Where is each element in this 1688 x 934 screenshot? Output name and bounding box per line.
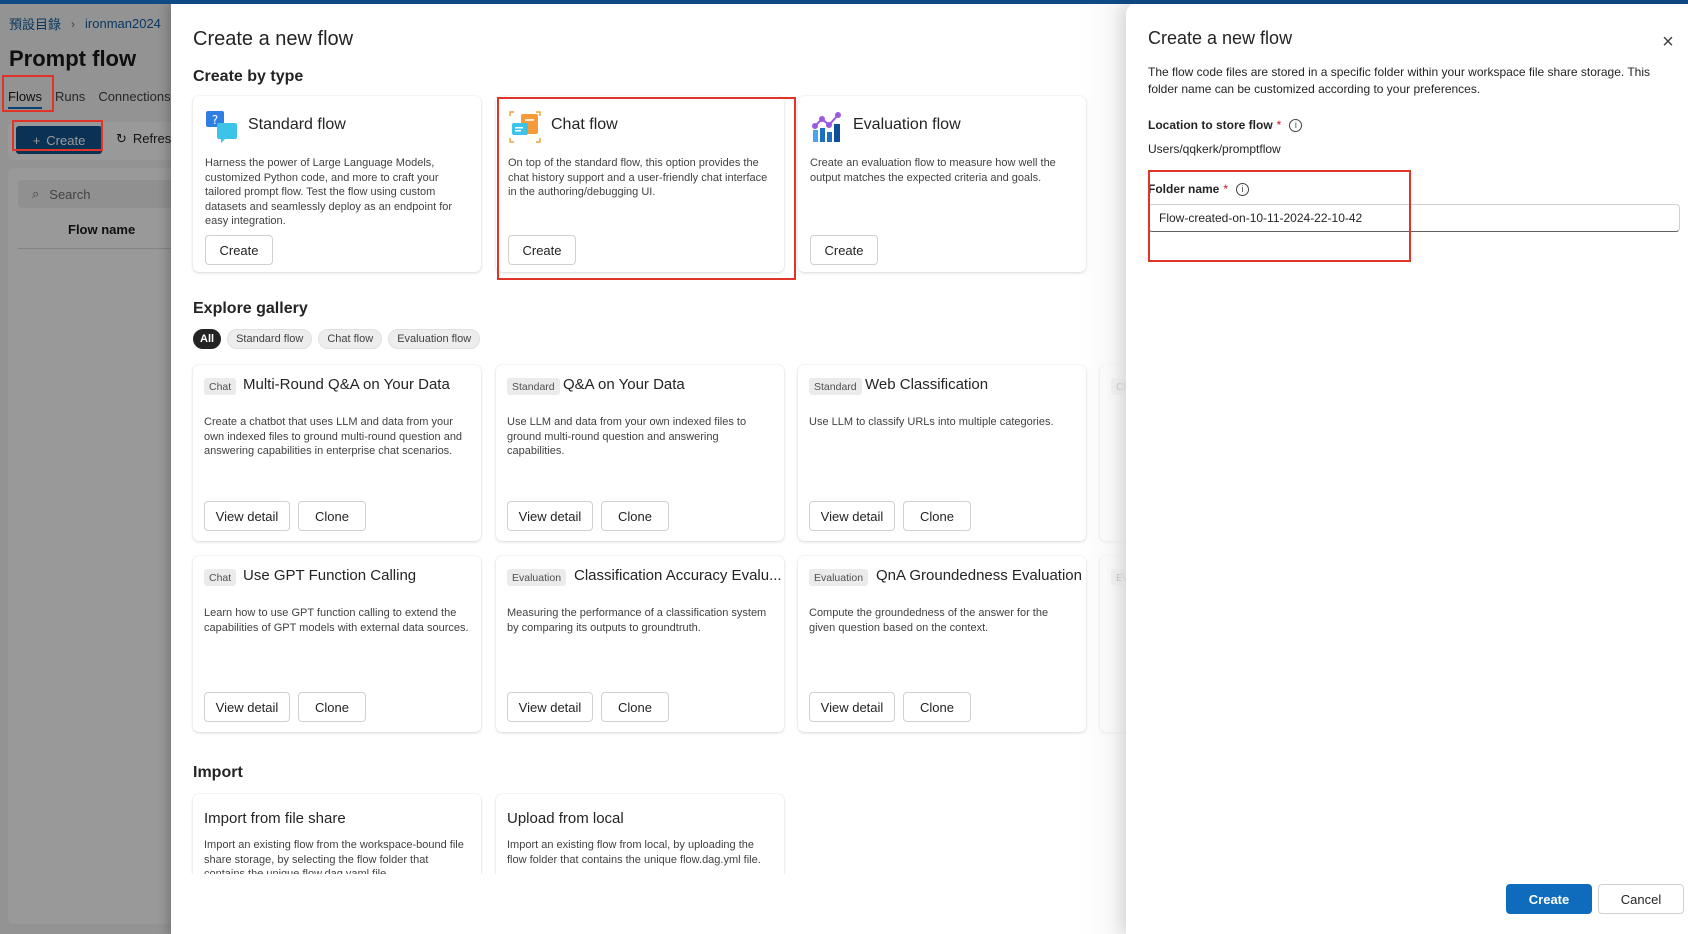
gallery-card: Standard Web Classification Use LLM to c… [798, 365, 1086, 541]
flow-type-tag: Standard [507, 378, 560, 395]
import-card-title: Upload from local [507, 810, 624, 827]
gallery-card: Chat Use GPT Function Calling Learn how … [193, 556, 481, 732]
import-heading: Import [193, 764, 243, 781]
modal-overlay[interactable] [0, 4, 175, 934]
flow-type-tag: Chat [204, 378, 237, 395]
cancel-button[interactable]: Cancel [1598, 884, 1684, 914]
evaluation-flow-icon [812, 112, 841, 142]
info-icon[interactable]: i [1289, 118, 1303, 132]
view-detail-button[interactable]: View detail [809, 501, 895, 531]
required-mark: * [1223, 182, 1229, 196]
gallery-card-description: Measuring the performance of a classific… [507, 607, 767, 634]
gallery-card-title: Web Classification [865, 376, 989, 393]
card-title: Evaluation flow [853, 116, 961, 133]
standard-flow-icon: ? [206, 111, 237, 143]
flow-type-tag: Evaluation [809, 569, 869, 586]
clone-button[interactable]: Clone [298, 501, 366, 531]
view-detail-button[interactable]: View detail [809, 692, 895, 722]
filter-all[interactable]: All [193, 329, 222, 349]
gallery-filters: All Standard flow Chat flow Evaluation f… [193, 329, 481, 349]
import-clip [171, 874, 1171, 934]
info-icon[interactable]: i [1236, 182, 1250, 196]
card-title: Chat flow [551, 116, 618, 133]
clone-button[interactable]: Clone [903, 692, 971, 722]
gallery-card-description: Create a chatbot that uses LLM and data … [204, 416, 463, 457]
view-detail-button[interactable]: View detail [204, 501, 290, 531]
create-chat-flow-button[interactable]: Create [508, 235, 576, 265]
panel-title: Create a new flow [193, 28, 354, 50]
folder-name-input[interactable] [1148, 204, 1680, 232]
create-flow-panel: Create a new flow Create by type ? Stand… [171, 4, 1171, 934]
gallery-card: Evaluation Classification Accuracy Evalu… [496, 556, 784, 732]
chat-flow-card: Chat flow On top of the standard flow, t… [496, 96, 784, 272]
gallery-card-description: Learn how to use GPT function calling to… [204, 607, 469, 634]
required-mark: * [1276, 118, 1282, 132]
create-button[interactable]: Create [1506, 884, 1592, 914]
flow-type-tag: Evaluation [507, 569, 567, 586]
card-description: Harness the power of Large Language Mode… [205, 157, 453, 227]
filter-chat-flow[interactable]: Chat flow [318, 329, 383, 349]
gallery-card: Evaluation QnA Groundedness Evaluation C… [798, 556, 1086, 732]
panel-shadow [1080, 4, 1130, 934]
location-label-text: Location to store flow [1148, 118, 1273, 132]
gallery-card-description: Compute the groundedness of the answer f… [809, 607, 1049, 634]
gallery-card-description: Use LLM to classify URLs into multiple c… [809, 416, 1054, 428]
import-card-title: Import from file share [204, 810, 346, 827]
gallery-card: Standard Q&A on Your Data Use LLM and da… [496, 365, 784, 541]
clone-button[interactable]: Clone [601, 501, 669, 531]
clone-button[interactable]: Clone [903, 501, 971, 531]
clone-button[interactable]: Clone [298, 692, 366, 722]
gallery-card-description: Use LLM and data from your own indexed f… [507, 416, 747, 457]
clone-button[interactable]: Clone [601, 692, 669, 722]
side-panel-title: Create a new flow [1148, 28, 1293, 48]
card-description: On top of the standard flow, this option… [508, 157, 768, 198]
filter-evaluation-flow[interactable]: Evaluation flow [388, 329, 481, 349]
new-flow-side-panel: Create a new flow × The flow code files … [1126, 4, 1688, 934]
gallery-card-title: Multi-Round Q&A on Your Data [243, 376, 450, 393]
create-by-type-heading: Create by type [193, 68, 304, 85]
explore-gallery-heading: Explore gallery [193, 300, 308, 317]
folder-name-label: Folder name * i [1148, 182, 1250, 196]
location-label: Location to store flow * i [1148, 118, 1303, 132]
folder-name-label-text: Folder name [1148, 182, 1220, 196]
evaluation-flow-card: Evaluation flow Create an evaluation flo… [798, 96, 1086, 272]
create-evaluation-flow-button[interactable]: Create [810, 235, 878, 265]
gallery-card-title: Classification Accuracy Evalu... [574, 567, 782, 584]
view-detail-button[interactable]: View detail [507, 692, 593, 722]
location-value: Users/qqkerk/promptflow [1148, 142, 1281, 156]
view-detail-button[interactable]: View detail [204, 692, 290, 722]
close-icon[interactable]: × [1658, 31, 1678, 53]
filter-standard-flow[interactable]: Standard flow [227, 329, 313, 349]
gallery-card: Chat Multi-Round Q&A on Your Data Create… [193, 365, 481, 541]
card-description: Create an evaluation flow to measure how… [810, 157, 1056, 184]
card-title: Standard flow [248, 116, 346, 133]
gallery-card-title: Q&A on Your Data [563, 376, 685, 393]
flow-type-tag: Chat [204, 569, 237, 586]
side-panel-description: The flow code files are stored in a spec… [1148, 65, 1651, 96]
import-card-description: Import an existing flow from local, by u… [507, 839, 761, 866]
gallery-card-title: QnA Groundedness Evaluation [876, 567, 1082, 584]
chat-flow-icon [509, 111, 541, 143]
standard-flow-card: ? Standard flow Harness the power of Lar… [193, 96, 481, 272]
flow-type-tag: Standard [809, 378, 862, 395]
create-standard-flow-button[interactable]: Create [205, 235, 273, 265]
gallery-card-title: Use GPT Function Calling [243, 567, 417, 584]
view-detail-button[interactable]: View detail [507, 501, 593, 531]
